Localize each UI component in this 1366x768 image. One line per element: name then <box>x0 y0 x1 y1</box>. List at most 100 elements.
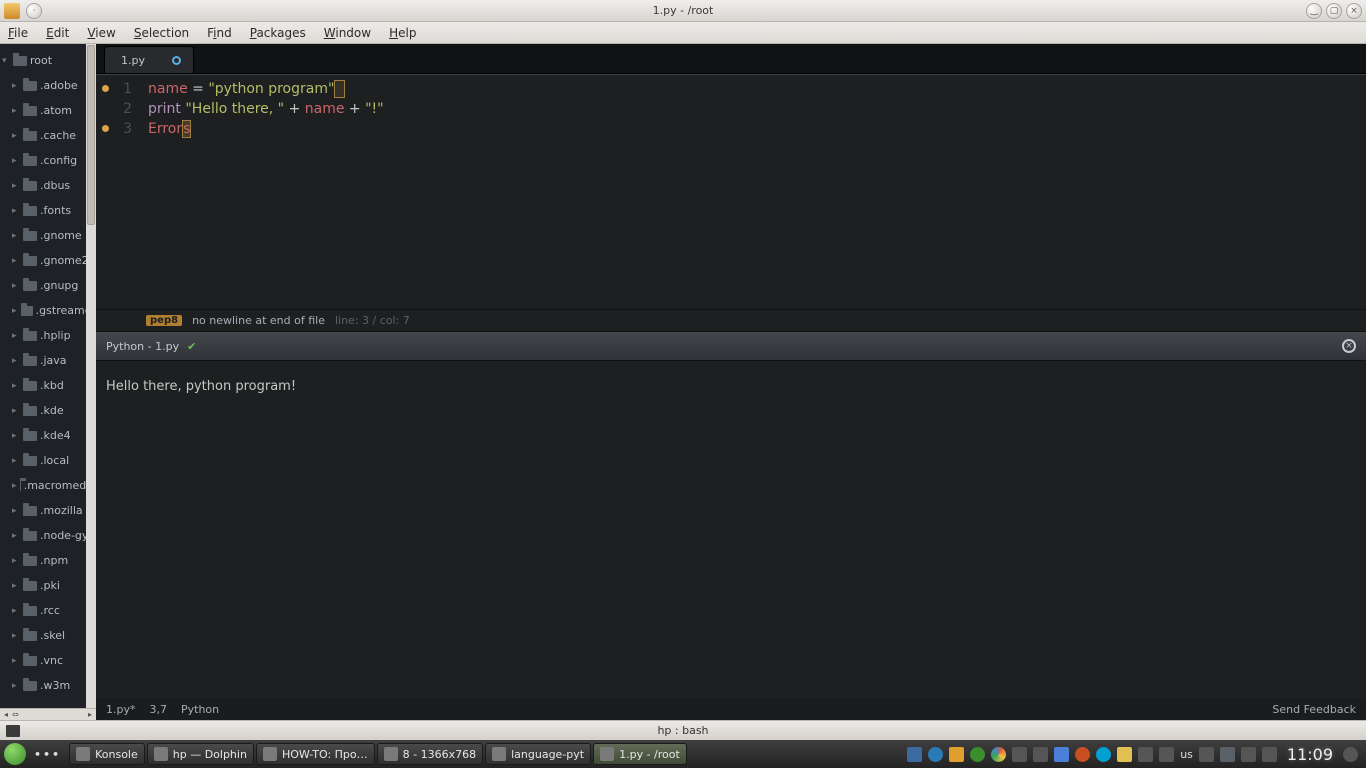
taskbar-item[interactable]: 8 - 1366x768 <box>377 743 483 765</box>
tree-item[interactable]: ▸.w3m <box>0 673 96 698</box>
tab-file[interactable]: 1.py <box>104 46 194 73</box>
tree-item[interactable]: ▸.mozilla <box>0 498 96 523</box>
send-feedback-link[interactable]: Send Feedback <box>1272 703 1356 716</box>
minimize-button[interactable]: ‿ <box>1306 3 1322 19</box>
runner-close-button[interactable]: × <box>1342 339 1356 353</box>
folder-icon <box>23 81 37 91</box>
menu-selection[interactable]: Selection <box>134 26 189 40</box>
konsole-titlebar[interactable]: hp : bash <box>0 720 1366 740</box>
linter-bar: pep8 no newline at end of file line: 3 /… <box>96 309 1366 331</box>
taskbar-item[interactable]: hp — Dolphin <box>147 743 254 765</box>
tray-desktop-icon[interactable] <box>907 747 922 762</box>
tray-bug-icon[interactable] <box>1075 747 1090 762</box>
tree-item[interactable]: ▸.pki <box>0 573 96 598</box>
tree-item[interactable]: ▸.hplip <box>0 323 96 348</box>
taskbar-item[interactable]: HOW-TO: Про… <box>256 743 375 765</box>
menu-window[interactable]: Window <box>324 26 371 40</box>
tree-item[interactable]: ▸.kbd <box>0 373 96 398</box>
tray-search-icon[interactable] <box>928 747 943 762</box>
battery-icon[interactable] <box>1241 747 1256 762</box>
clock[interactable]: 11:09 <box>1283 745 1337 764</box>
folder-icon <box>23 606 37 616</box>
folder-icon <box>23 556 37 566</box>
info-icon[interactable] <box>1262 747 1277 762</box>
tree-item[interactable]: ▸.skel <box>0 623 96 648</box>
status-language[interactable]: Python <box>181 703 219 716</box>
tree-item[interactable]: ▸.macromedia <box>0 473 96 498</box>
tree-item[interactable]: ▸.gnome2 <box>0 248 96 273</box>
tree-scrollbar-v[interactable] <box>86 44 96 708</box>
window-title: 1.py - /root <box>653 4 714 17</box>
tree-item[interactable]: ▸.gnupg <box>0 273 96 298</box>
tree-item[interactable]: ▸.node-gyp <box>0 523 96 548</box>
menu-packages[interactable]: Packages <box>250 26 306 40</box>
tree-item[interactable]: ▸.npm <box>0 548 96 573</box>
tree-item[interactable]: ▸.gstreamer <box>0 298 96 323</box>
taskbar-item[interactable]: language-pyt <box>485 743 591 765</box>
tree-item[interactable]: ▸.rcc <box>0 598 96 623</box>
status-file[interactable]: 1.py* <box>106 703 136 716</box>
tray-clipboard-icon[interactable] <box>1033 747 1048 762</box>
menu-view[interactable]: View <box>87 26 115 40</box>
tree-item[interactable]: ▸.gnome <box>0 223 96 248</box>
app-icon <box>4 3 20 19</box>
maximize-button[interactable]: ▢ <box>1326 3 1342 19</box>
tray-lock-icon[interactable] <box>1138 747 1153 762</box>
status-position[interactable]: 3,7 <box>150 703 168 716</box>
start-button[interactable] <box>4 743 26 765</box>
konsole-title: hp : bash <box>657 724 708 737</box>
status-bar: 1.py* 3,7 Python Send Feedback <box>96 698 1366 720</box>
taskbar-item[interactable]: Konsole <box>69 743 145 765</box>
tray-green-icon[interactable] <box>970 747 985 762</box>
tree-item[interactable]: ▸.fonts <box>0 198 96 223</box>
tree-item[interactable]: ▸.kde4 <box>0 423 96 448</box>
taskbar-item[interactable]: 1.py - /root <box>593 743 687 765</box>
app-icon <box>600 747 614 761</box>
tray-windows-icon[interactable] <box>1054 747 1069 762</box>
menu-find[interactable]: Find <box>207 26 232 40</box>
folder-icon <box>23 206 37 216</box>
tree-item[interactable]: ▸.adobe <box>0 73 96 98</box>
tree-root[interactable]: ▾root <box>0 48 96 73</box>
tree-item[interactable]: ▸.vnc <box>0 648 96 673</box>
menu-edit[interactable]: Edit <box>46 26 69 40</box>
runner-output[interactable]: Hello there, python program! <box>96 361 1366 698</box>
tray-hp-icon[interactable] <box>1096 747 1111 762</box>
tree-item[interactable]: ▸.atom <box>0 98 96 123</box>
tree-item[interactable]: ▸.local <box>0 448 96 473</box>
tray-kde-icon[interactable] <box>1343 747 1358 762</box>
tree-item[interactable]: ▸.cache <box>0 123 96 148</box>
linter-message: no newline at end of file <box>192 314 325 327</box>
tab-bar: 1.py <box>96 44 1366 74</box>
tree-scrollbar-h[interactable]: ◂⇔▸ <box>0 708 96 720</box>
tray-chrome-icon[interactable] <box>991 747 1006 762</box>
folder-icon <box>13 56 27 66</box>
code-editor[interactable]: 123 name = "python program" print "Hello… <box>96 74 1366 309</box>
tray-box-icon[interactable] <box>1012 747 1027 762</box>
menu-icon[interactable]: · <box>26 3 42 19</box>
folder-icon <box>21 306 32 316</box>
tree-item[interactable]: ▸.config <box>0 148 96 173</box>
project-tree[interactable]: ▾root▸.adobe▸.atom▸.cache▸.config▸.dbus▸… <box>0 44 96 708</box>
tree-item[interactable]: ▸.kde <box>0 398 96 423</box>
bluetooth-icon[interactable] <box>1220 747 1235 762</box>
folder-icon <box>23 106 37 116</box>
runner-title: Python - 1.py <box>106 340 179 353</box>
activity-switcher[interactable]: ••• <box>28 748 67 761</box>
keyboard-layout[interactable]: us <box>1180 748 1193 761</box>
tree-item[interactable]: ▸.dbus <box>0 173 96 198</box>
close-button[interactable]: × <box>1346 3 1362 19</box>
folder-icon <box>23 631 37 641</box>
tray-vs-icon[interactable] <box>949 747 964 762</box>
app-icon <box>154 747 168 761</box>
menu-file[interactable]: File <box>8 26 28 40</box>
menu-bar: File Edit View Selection Find Packages W… <box>0 22 1366 44</box>
folder-icon <box>23 281 37 291</box>
tray-notes-icon[interactable] <box>1117 747 1132 762</box>
menu-help[interactable]: Help <box>389 26 416 40</box>
tray-scissors-icon[interactable] <box>1159 747 1174 762</box>
folder-icon <box>23 256 37 266</box>
tree-item[interactable]: ▸.java <box>0 348 96 373</box>
volume-icon[interactable] <box>1199 747 1214 762</box>
folder-icon <box>20 481 21 491</box>
